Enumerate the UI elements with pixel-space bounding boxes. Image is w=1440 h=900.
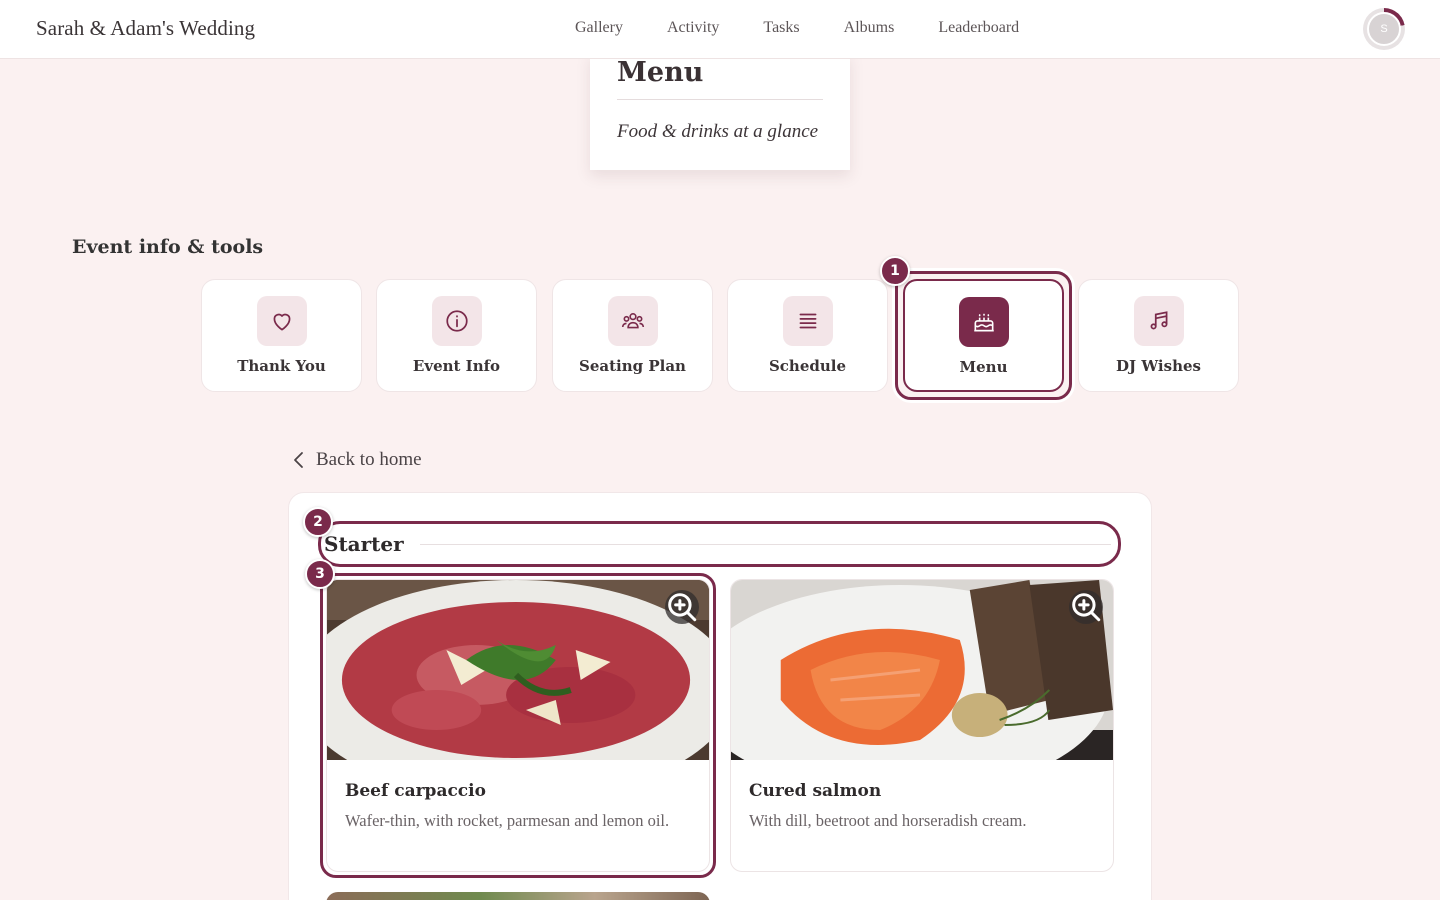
tool-label: Seating Plan	[579, 357, 686, 375]
site-brand[interactable]: Sarah & Adam's Wedding	[36, 16, 255, 41]
title-divider	[617, 99, 823, 100]
tool-label: Thank You	[237, 357, 326, 375]
back-link-label: Back to home	[316, 449, 422, 470]
course-name: Starter	[324, 532, 404, 556]
main-nav: Gallery Activity Tasks Albums Leaderboar…	[575, 19, 1063, 37]
dish-description: With dill, beetroot and horseradish crea…	[749, 811, 1027, 830]
user-avatar-button[interactable]: S	[1363, 8, 1405, 50]
avatar: S	[1367, 12, 1401, 46]
nav-albums[interactable]: Albums	[844, 19, 895, 37]
tool-label: Menu	[959, 358, 1008, 376]
back-to-home-link[interactable]: Back to home	[292, 449, 422, 471]
annotation-badge-1: 1	[880, 256, 910, 286]
tool-schedule[interactable]: Schedule	[727, 279, 888, 392]
zoom-in-icon	[668, 593, 697, 622]
tool-thank-you[interactable]: Thank You	[201, 279, 362, 392]
annotation-badge-3: 3	[305, 559, 335, 589]
annotation-badge-2: 2	[303, 507, 333, 537]
tools-section-title: Event info & tools	[72, 236, 264, 258]
page-title: Menu	[617, 57, 704, 88]
dish-name: Beef carpaccio	[345, 781, 486, 801]
dish-description: Wafer-thin, with rocket, parmesan and le…	[345, 811, 670, 830]
chevron-left-icon	[294, 452, 303, 468]
dish-card-beef-carpaccio[interactable]: Beef carpaccio Wafer-thin, with rocket, …	[326, 579, 710, 872]
dish-card-next-partial[interactable]	[326, 892, 710, 900]
zoom-in-button[interactable]	[1069, 590, 1103, 624]
zoom-in-button[interactable]	[665, 590, 699, 624]
course-divider	[419, 543, 1111, 545]
list-icon	[782, 296, 833, 346]
dish-photo-beef-carpaccio	[327, 580, 709, 760]
tool-dj-wishes[interactable]: DJ Wishes	[1078, 279, 1239, 392]
tool-event-info[interactable]: Event Info	[376, 279, 537, 392]
dish-card-cured-salmon[interactable]: Cured salmon With dill, beetroot and hor…	[730, 579, 1114, 872]
tool-label: Schedule	[768, 357, 847, 375]
people-icon	[607, 296, 658, 346]
info-icon	[431, 296, 482, 346]
nav-tasks[interactable]: Tasks	[763, 19, 799, 37]
tool-label: Event Info	[412, 357, 501, 375]
zoom-in-icon	[1072, 593, 1101, 622]
cake-icon	[958, 297, 1009, 347]
tool-menu[interactable]: Menu	[903, 279, 1064, 392]
dish-name: Cured salmon	[749, 781, 882, 801]
nav-gallery[interactable]: Gallery	[575, 19, 623, 37]
music-note-icon	[1133, 296, 1184, 346]
nav-leaderboard[interactable]: Leaderboard	[938, 19, 1019, 37]
nav-activity[interactable]: Activity	[667, 19, 719, 37]
course-header-starter: Starter	[318, 521, 1121, 567]
top-navigation-bar: Sarah & Adam's Wedding Gallery Activity …	[0, 0, 1440, 59]
heart-icon	[256, 296, 307, 346]
page-subtitle: Food & drinks at a glance	[617, 121, 819, 142]
tool-seating-plan[interactable]: Seating Plan	[552, 279, 713, 392]
page-title-card: Menu Food & drinks at a glance	[590, 52, 850, 170]
dish-photo-cured-salmon	[731, 580, 1113, 760]
tool-label: DJ Wishes	[1116, 357, 1201, 375]
